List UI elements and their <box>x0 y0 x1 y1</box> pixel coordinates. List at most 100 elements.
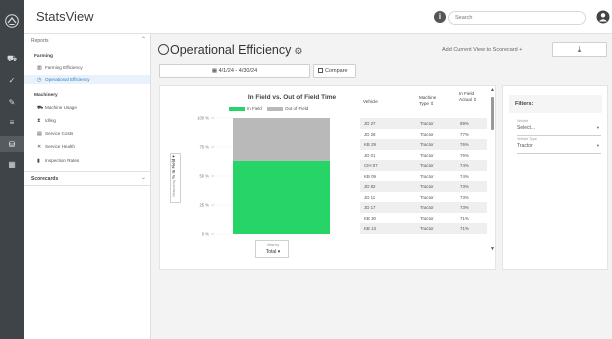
vehicle-type-filter-select[interactable]: Vehicle Type Tractor ▾ <box>517 137 601 154</box>
cell-in-field-actual: 74% <box>460 163 469 168</box>
reports-nav-icon[interactable]: ⛁ <box>7 140 17 149</box>
tools-icon: ✕ <box>37 144 42 150</box>
scroll-thumb[interactable] <box>491 97 494 130</box>
cell-vehicle: KB 09 <box>364 173 376 179</box>
view-by-select[interactable]: View by Total ▾ <box>255 240 289 258</box>
cell-vehicle: JD 28 <box>364 131 376 137</box>
nav-section-reports[interactable]: Reports <box>31 38 49 44</box>
y-tick-label: 75 % <box>199 145 209 150</box>
search-input[interactable] <box>455 15 575 21</box>
cell-in-field-actual: 77% <box>460 131 469 137</box>
measure-by-value: % In Field <box>171 158 176 179</box>
hourglass-icon: ⧗ <box>37 118 41 124</box>
nav-item-service-health[interactable]: ✕ Service Health <box>37 144 75 150</box>
vehicle-type-filter-label: Vehicle Type <box>517 137 537 141</box>
y-tick-label: 100 % <box>197 116 209 121</box>
y-tick-label: 25 % <box>199 203 209 208</box>
list-nav-icon[interactable]: ≡ <box>7 118 17 127</box>
nav-item-machine-usage[interactable]: ⛟ Machine Usage <box>37 105 77 112</box>
chart-legend: In Field Out of Field <box>229 106 312 111</box>
clock-icon: ◷ <box>37 77 42 83</box>
cell-machine-type: Tractor <box>420 226 434 231</box>
col-header-machine-type[interactable]: Machine Type ⇕ <box>419 95 445 107</box>
app-title: StatsView <box>36 9 94 24</box>
table-row[interactable]: JD 82 Tractor 73% <box>360 181 487 192</box>
nav-item-operational-efficiency[interactable]: ◷ Operational Efficiency <box>37 77 90 83</box>
cell-machine-type: Tractor <box>420 205 434 210</box>
nav-group-machinery: Machinery <box>34 93 58 98</box>
cell-in-field-actual: 73% <box>460 194 469 200</box>
user-icon[interactable] <box>596 10 610 24</box>
vehicle-type-filter-value: Tractor <box>517 143 533 149</box>
table-row[interactable]: CIH 07 Tractor 74% <box>360 160 487 171</box>
cell-in-field-actual: 76% <box>460 142 469 147</box>
search-box[interactable] <box>448 11 586 25</box>
table-row[interactable]: JD 27 Tractor 89% <box>360 118 487 129</box>
clock-icon <box>158 44 169 55</box>
table-row[interactable]: JD 01 Tractor 76% <box>360 150 487 161</box>
gear-icon[interactable]: ⚙ <box>294 46 302 56</box>
chart-nav-icon[interactable]: ✓ <box>7 76 17 85</box>
scroll-up-icon[interactable]: ▲ <box>490 87 495 93</box>
date-range-button[interactable]: ▦ 4/1/24 - 4/30/24 <box>159 64 310 78</box>
chevron-down-icon[interactable]: ⌄ <box>141 174 146 181</box>
col-header-in-field-actual[interactable]: In Field Actual ⇕ <box>459 91 481 103</box>
legend-swatch-in-field <box>229 106 245 111</box>
info-icon[interactable]: i <box>434 11 446 23</box>
measure-by-select[interactable]: Measure by % In Field ▾ <box>170 153 181 203</box>
compare-checkbox[interactable] <box>318 67 323 73</box>
compare-toggle[interactable]: Compare <box>313 64 356 78</box>
dashboard-nav-icon[interactable]: ▦ <box>7 160 17 169</box>
view-by-label: View by <box>266 243 280 247</box>
cell-machine-type: Tractor <box>420 142 434 147</box>
bar-out-of-field <box>233 118 330 161</box>
vehicle-filter-select[interactable]: Vehicle Select... ▾ <box>517 119 601 136</box>
cell-in-field-actual: 74% <box>460 173 469 179</box>
cell-vehicle: JD 27 <box>364 121 376 126</box>
chart-panel: 100 % 75 % 50 % 25 % 0 % In Field vs. Out of… <box>159 85 496 270</box>
nav-item-idling[interactable]: ⧗ Idling <box>37 118 56 124</box>
cell-machine-type: Tractor <box>420 215 434 221</box>
view-by-value: Total <box>265 249 277 255</box>
calendar-icon: ▦ <box>211 68 218 74</box>
col-header-vehicle[interactable]: Vehicle <box>363 99 378 105</box>
trash-icon: ▮ <box>37 158 40 164</box>
nav-group-farming: Farming <box>34 54 53 59</box>
vehicle-filter-value: Select... <box>517 125 536 131</box>
table-row[interactable]: JD 17 Tractor 73% <box>360 202 487 213</box>
filters-panel: Filters: Vehicle Select... ▾ Vehicle Typ… <box>502 85 608 270</box>
cell-machine-type: Tractor <box>420 131 434 137</box>
table-row[interactable]: KB 29 Tractor 76% <box>360 139 487 150</box>
nav-item-service-costs[interactable]: ▤ Service Costs <box>37 131 73 137</box>
cell-vehicle: JD 17 <box>364 205 376 210</box>
cell-in-field-actual: 76% <box>460 152 469 158</box>
tractor-nav-icon[interactable]: ⛟ <box>7 54 17 63</box>
cell-vehicle: JD 11 <box>364 194 376 200</box>
wrench-nav-icon[interactable]: ✎ <box>7 98 17 107</box>
nav-item-farming-efficiency[interactable]: ▥ Farming Efficiency <box>37 65 83 71</box>
chart-title: In Field vs. Out of Field Time <box>247 94 337 101</box>
download-icon: ⤓ <box>577 45 582 54</box>
nav-item-inspection-rates[interactable]: ▮ Inspection Rates <box>37 158 79 164</box>
chevron-up-icon[interactable]: ⌃ <box>141 36 146 43</box>
legend-in-field: In Field <box>229 106 262 111</box>
cell-machine-type: Tractor <box>420 152 434 158</box>
table-row[interactable]: KB 30 Tractor 71% <box>360 213 487 224</box>
table-row[interactable]: KB 09 Tractor 74% <box>360 171 487 182</box>
table-row[interactable]: JD 28 Tractor 77% <box>360 129 487 140</box>
cell-in-field-actual: 71% <box>460 215 469 221</box>
cell-in-field-actual: 73% <box>460 205 469 210</box>
scroll-down-icon[interactable]: ▼ <box>490 246 495 252</box>
table-row[interactable]: JD 11 Tractor 73% <box>360 192 487 203</box>
vehicle-filter-label: Vehicle <box>517 119 529 123</box>
y-tick-label: 0 % <box>202 232 209 237</box>
tractor-icon: ⛟ <box>37 105 44 111</box>
cell-vehicle: CIH 07 <box>364 163 378 168</box>
cell-in-field-actual: 73% <box>460 184 469 189</box>
legend-out-of-field: Out of Field <box>267 106 308 111</box>
add-to-scorecard-link[interactable]: Add Current View to Scorecard + <box>442 47 522 53</box>
filters-title: Filters: <box>509 95 602 113</box>
nav-section-scorecards[interactable]: Scorecards <box>31 176 58 182</box>
download-button[interactable]: ⤓ <box>552 42 607 57</box>
table-row[interactable]: KB 13 Tractor 71% <box>360 223 487 234</box>
